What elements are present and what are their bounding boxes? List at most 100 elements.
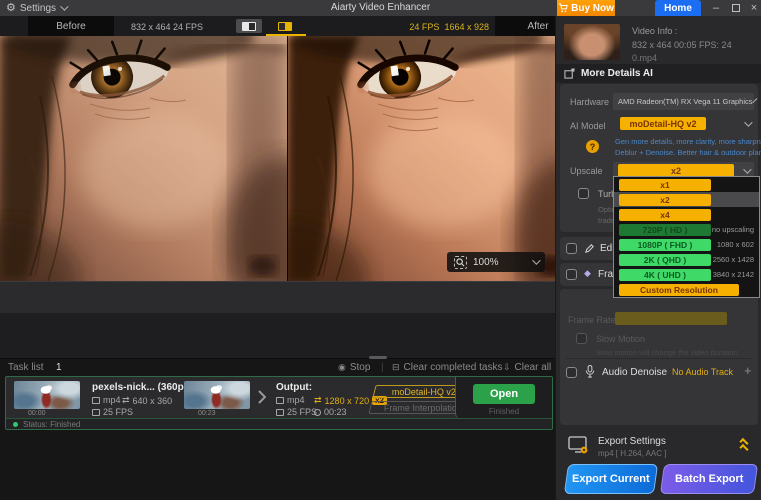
task-result-section: Open Finished <box>455 377 552 419</box>
enhance-icon <box>564 68 575 79</box>
output-time: 00:23 <box>198 410 216 417</box>
magnifier-icon <box>454 255 467 269</box>
task-list-title: Task list <box>8 362 44 373</box>
help-icon[interactable]: ? <box>586 140 599 153</box>
upscale-option-2k[interactable]: 2K ( QHD ) 2560 x 1428 <box>614 252 759 267</box>
diamond-icon: ◆ <box>584 268 591 278</box>
status-dot <box>13 421 18 427</box>
audio-denoise-label: Audio Denoise <box>602 367 668 378</box>
input-resolution: 640 x 360 <box>132 395 173 406</box>
video-info-title: Video Info : <box>632 26 678 36</box>
open-button[interactable]: Open <box>473 384 535 404</box>
home-button[interactable]: Home <box>655 0 701 16</box>
upscale-option-720p[interactable]: 720P ( HD ) no upscaling <box>614 222 759 237</box>
model-description-1: Gen more details, more clarity, more sha… <box>615 137 761 146</box>
split-view-toggle[interactable] <box>236 19 262 33</box>
separator: | <box>381 362 384 373</box>
upscale-label: Upscale <box>570 166 603 176</box>
chevron-down-icon <box>743 164 752 174</box>
export-settings-row[interactable]: Export Settings mp4 [ H.264, AAC ] <box>556 432 761 464</box>
fps-icon <box>276 408 284 416</box>
upscale-option-custom[interactable]: Custom Resolution <box>614 282 759 297</box>
frame-rate-value-badge <box>615 312 727 325</box>
slow-motion-checkbox[interactable] <box>576 333 587 344</box>
clock-icon <box>314 408 321 416</box>
output-resolution: 1280 x 720 <box>324 395 370 406</box>
slow-motion-desc: Slow motion will change the video durati… <box>596 348 738 357</box>
task-list-header: Task list 1 ◉ Stop | ⊟ Clear completed t… <box>0 360 555 375</box>
before-tab[interactable]: Before <box>28 16 114 36</box>
resize-icon: ⇄ <box>122 395 130 405</box>
side-by-side-toggle[interactable] <box>272 19 298 33</box>
input-fps: 25 FPS <box>103 407 134 417</box>
turbo-checkbox[interactable] <box>578 188 589 199</box>
stop-button[interactable]: ◉ Stop <box>338 362 370 373</box>
clear-completed-button[interactable]: ⊟ Clear completed tasks <box>392 362 502 373</box>
hardware-select[interactable]: AMD Radeon(TM) RX Vega 11 Graphics <box>613 93 757 110</box>
minimize-button[interactable]: – <box>708 0 724 16</box>
settings-sidebar: Video Info : 832 x 464 00:05 FPS: 24 0.m… <box>555 16 761 500</box>
video-info-filename: 0.mp4 <box>632 53 658 63</box>
ai-model-select-chevron[interactable] <box>744 118 753 127</box>
app-window: ⚙ Settings Aiarty Video Enhancer Buy Now… <box>0 0 761 500</box>
divider <box>566 358 752 359</box>
cart-icon <box>558 3 568 13</box>
app-title: Aiarty Video Enhancer <box>330 2 431 13</box>
format-icon <box>92 396 100 404</box>
task-input-thumbnail <box>14 381 80 409</box>
preview-viewer[interactable] <box>0 36 555 281</box>
side-by-side-icon <box>278 21 292 31</box>
microphone-icon <box>585 365 595 378</box>
frame-interpolation-checkbox[interactable] <box>566 269 577 280</box>
audio-denoise-checkbox[interactable] <box>566 367 577 378</box>
task-row[interactable]: 00:00 pexels-nick... (360p).mp4 mp4 ⇄ 640… <box>5 376 553 430</box>
task-output-thumbnail <box>184 381 250 409</box>
clear-all-button[interactable]: ⇩ Clear all <box>503 362 551 373</box>
export-current-button[interactable]: Export Current <box>563 464 659 494</box>
upscale-option-4k[interactable]: 4K ( UHD ) 3840 x 2142 <box>614 267 759 282</box>
clear-all-icon: ⇩ <box>503 362 511 372</box>
ai-model-value-badge[interactable]: moDetail-HQ v2 <box>620 117 706 130</box>
output-duration: 00:23 <box>324 407 347 417</box>
maximize-icon <box>732 4 740 12</box>
task-status-bar: Status: Finished <box>6 418 552 429</box>
upscale-option-x2[interactable]: x2 <box>614 192 759 207</box>
video-info-thumbnail <box>564 24 620 60</box>
divider <box>0 358 555 359</box>
after-resolution-info: 24 FPS 1664 x 928 <box>409 22 489 32</box>
edit-checkbox[interactable] <box>566 243 577 254</box>
slow-motion-label: Slow Motion <box>596 334 646 344</box>
batch-export-button[interactable]: Batch Export <box>659 464 759 494</box>
add-audio-button[interactable]: + <box>744 363 752 378</box>
section-title: More Details AI <box>581 68 653 79</box>
hardware-label: Hardware <box>570 97 610 107</box>
maximize-button[interactable] <box>728 0 744 16</box>
upscale-option-1080p[interactable]: 1080P ( FHD ) 1080 x 602 <box>614 237 759 252</box>
panel-resize-grip[interactable] <box>369 356 387 359</box>
collapse-chevron-icon[interactable] <box>739 443 749 454</box>
frame-rate-label: Frame Rate <box>568 315 616 325</box>
clear-completed-icon: ⊟ <box>392 362 400 372</box>
format-icon <box>276 396 284 404</box>
chevron-down-icon <box>532 256 541 265</box>
title-bar: ⚙ Settings Aiarty Video Enhancer Buy Now… <box>0 0 761 16</box>
output-fps: 25 FPS <box>287 407 318 417</box>
frame-rate-panel: Frame Rate Slow Motion Slow motion will … <box>560 289 758 425</box>
buy-now-button[interactable]: Buy Now <box>557 0 615 16</box>
model-description-2: Deblur + Denoise. Better hair & outdoor … <box>615 148 761 157</box>
split-view-icon <box>242 21 256 31</box>
fps-icon <box>92 408 100 416</box>
upscale-option-x4[interactable]: x4 <box>614 207 759 222</box>
minimize-icon: – <box>712 2 720 14</box>
zoom-level: 100% <box>473 256 499 268</box>
before-image <box>0 36 287 281</box>
export-settings-label: Export Settings <box>598 436 666 447</box>
finished-label: Finished <box>488 407 520 416</box>
task-count: 1 <box>56 362 62 373</box>
compare-bar: Before 832 x 464 24 FPS 24 FPS 1664 x 92… <box>0 16 581 36</box>
input-format: mp4 <box>103 395 121 405</box>
zoom-control[interactable]: 100% <box>447 252 545 272</box>
resize-icon: ⇄ <box>314 395 322 405</box>
close-button[interactable]: × <box>746 0 761 16</box>
upscale-option-x1[interactable]: x1 <box>614 177 759 192</box>
